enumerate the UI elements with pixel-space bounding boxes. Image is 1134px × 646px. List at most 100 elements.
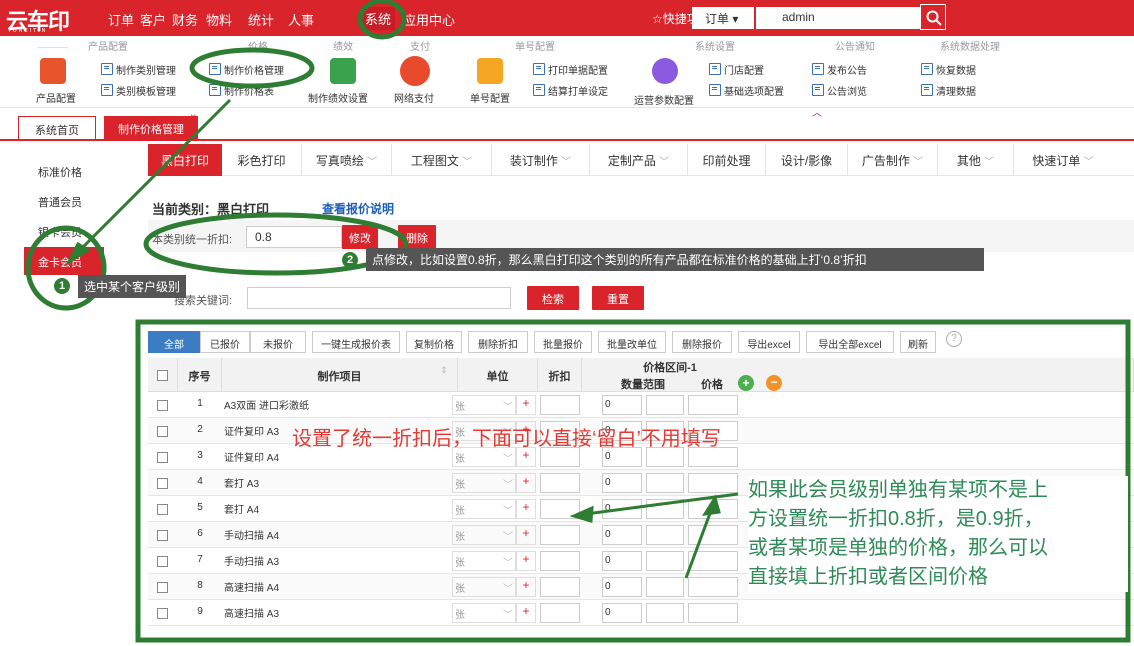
row-checkbox[interactable] (157, 530, 168, 541)
qty-to-input[interactable] (646, 499, 684, 519)
qty-to-input[interactable] (646, 551, 684, 571)
tab-quick-order[interactable]: 快速订单 ﹀ (1014, 144, 1112, 176)
order-number-button[interactable]: 单号配置 (470, 90, 510, 105)
row-checkbox[interactable] (157, 452, 168, 463)
print-order-config-button[interactable]: 打印单据配置 (533, 62, 608, 77)
ops-params-button[interactable]: 运营参数配置 (634, 92, 694, 107)
discount-cell-input[interactable] (540, 551, 580, 571)
export-all-excel-button[interactable]: 导出全部excel (806, 331, 894, 353)
tab-photo-inkjet[interactable]: 写真喷绘 ﹀ (302, 144, 392, 176)
browse-notice-button[interactable]: 公告浏览 (812, 83, 867, 98)
add-unit-button[interactable]: + (516, 577, 536, 597)
help-icon[interactable]: ? (946, 331, 962, 347)
nav-finance[interactable]: 财务 (172, 10, 198, 29)
qty-to-input[interactable] (646, 395, 684, 415)
row-checkbox[interactable] (157, 582, 168, 593)
collapse-chevron-icon[interactable]: ︿ (812, 104, 822, 119)
keyword-input[interactable] (247, 287, 511, 309)
clear-data-button[interactable]: 清理数据 (921, 83, 976, 98)
add-unit-button[interactable]: + (516, 473, 536, 493)
member-gold[interactable]: 金卡会员 (24, 247, 104, 275)
settle-print-button[interactable]: 结算打单设定 (533, 83, 608, 98)
add-unit-button[interactable]: + (516, 551, 536, 571)
tab-color-print[interactable]: 彩色打印 (222, 144, 302, 176)
product-config-icon[interactable] (40, 58, 66, 84)
ops-params-icon[interactable] (652, 58, 678, 84)
unit-select[interactable]: 张 ﹀ (452, 473, 516, 493)
type-mgmt-button[interactable]: 制作类别管理 (101, 62, 176, 77)
add-range-icon[interactable]: + (738, 375, 754, 391)
add-unit-button[interactable]: + (516, 395, 536, 415)
copy-price-button[interactable]: 复制价格 (406, 331, 462, 353)
payment-icon[interactable] (400, 56, 430, 86)
sort-icon[interactable]: ⇕ (440, 365, 448, 376)
post-notice-button[interactable]: 发布公告 (812, 62, 867, 77)
nav-statistics[interactable]: 统计 (248, 10, 274, 29)
discount-cell-input[interactable] (540, 499, 580, 519)
view-price-desc-link[interactable]: 查看报价说明 (322, 200, 394, 217)
price-input[interactable] (688, 577, 738, 597)
performance-button[interactable]: 制作绩效设置 (308, 90, 368, 105)
remove-range-icon[interactable]: − (766, 375, 782, 391)
discount-cell-input[interactable] (540, 525, 580, 545)
nav-app-center[interactable]: 应用中心 (403, 10, 455, 29)
nav-hr[interactable]: 人事 (288, 10, 314, 29)
tab-other[interactable]: 其他 ﹀ (938, 144, 1014, 176)
template-mgmt-button[interactable]: 类别模板管理 (101, 83, 176, 98)
tab-home[interactable]: 系统首页 (18, 116, 96, 140)
delete-quote-button[interactable]: 删除报价 (672, 331, 732, 353)
qty-from-input[interactable]: 0 (602, 473, 642, 493)
tab-engineering[interactable]: 工程图文 ﹀ (392, 144, 492, 176)
export-excel-button[interactable]: 导出excel (738, 331, 800, 353)
nav-system[interactable]: 系统 (361, 7, 396, 30)
nav-materials[interactable]: 物料 (206, 10, 232, 29)
price-input[interactable] (688, 473, 738, 493)
unit-select[interactable]: 张 ﹀ (452, 525, 516, 545)
product-config-button[interactable]: 产品配置 (36, 90, 76, 105)
unit-select[interactable]: 张 ﹀ (452, 603, 516, 623)
price-input[interactable] (688, 603, 738, 623)
member-normal[interactable]: 普通会员 (38, 194, 82, 210)
delete-discount-button[interactable]: 删除折扣 (468, 331, 528, 353)
discount-cell-input[interactable] (540, 603, 580, 623)
search-button[interactable] (920, 4, 946, 30)
price-input[interactable] (688, 525, 738, 545)
discount-input[interactable]: 0.8 (246, 226, 342, 248)
reset-button[interactable]: 重置 (592, 286, 644, 310)
row-checkbox[interactable] (157, 478, 168, 489)
qty-from-input[interactable]: 0 (602, 499, 642, 519)
performance-icon[interactable] (330, 58, 356, 84)
price-mgmt-button[interactable]: 制作价格管理 (209, 62, 284, 77)
nav-customers[interactable]: 客户 (140, 10, 166, 29)
search-submit-button[interactable]: 检索 (527, 286, 579, 310)
filter-all[interactable]: 全部 (148, 331, 200, 353)
tab-binding[interactable]: 装订制作 ﹀ (492, 144, 590, 176)
qty-from-input[interactable]: 0 (602, 577, 642, 597)
select-all-checkbox[interactable] (157, 370, 168, 381)
unit-select[interactable]: 张 ﹀ (452, 551, 516, 571)
qty-from-input[interactable]: 0 (602, 603, 642, 623)
discount-cell-input[interactable] (540, 577, 580, 597)
tab-price-mgmt[interactable]: 制作价格管理 (104, 116, 198, 140)
qty-to-input[interactable] (646, 603, 684, 623)
price-table-button[interactable]: 制作价格表 (209, 83, 274, 98)
add-unit-button[interactable]: + (516, 603, 536, 623)
add-unit-button[interactable]: + (516, 499, 536, 519)
price-input[interactable] (688, 499, 738, 519)
unit-select[interactable]: 张 ﹀ (452, 395, 516, 415)
discount-cell-input[interactable] (540, 473, 580, 493)
price-input[interactable] (688, 395, 738, 415)
filter-quoted[interactable]: 已报价 (200, 331, 250, 353)
row-checkbox[interactable] (157, 556, 168, 567)
unit-select[interactable]: 张 ﹀ (452, 499, 516, 519)
tab-custom[interactable]: 定制产品 ﹀ (590, 144, 688, 176)
add-unit-button[interactable]: + (516, 525, 536, 545)
close-tab-icon[interactable]: × (190, 112, 196, 123)
basic-options-button[interactable]: 基础选项配置 (709, 83, 784, 98)
discount-cell-input[interactable] (540, 395, 580, 415)
refresh-button[interactable]: 刷新 (900, 331, 936, 353)
member-silver[interactable]: 银卡会员 (38, 224, 82, 240)
delete-button[interactable]: 删除 (398, 225, 436, 249)
tab-prepress[interactable]: 印前处理 (688, 144, 766, 176)
batch-unit-button[interactable]: 批量改单位 (598, 331, 666, 353)
